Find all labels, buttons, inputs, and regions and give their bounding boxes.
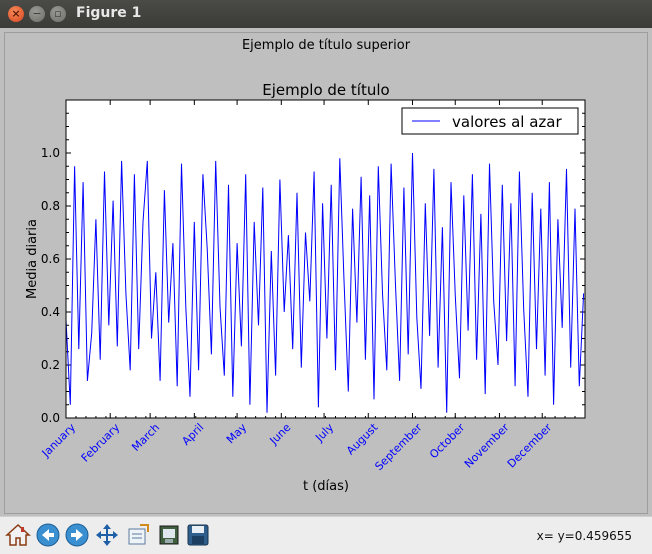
forward-button[interactable] [63, 521, 91, 549]
x-tick-label: August [344, 420, 381, 457]
y-tick-label: 0.8 [41, 199, 60, 213]
cursor-coordinates: x= y=0.459655 [536, 529, 632, 543]
y-tick-label: 0.2 [41, 358, 60, 372]
y-tick-label: 1.0 [41, 146, 60, 160]
home-button[interactable] [4, 521, 32, 549]
x-tick-label: September [372, 421, 425, 474]
minimize-window-button[interactable]: − [29, 6, 45, 22]
forward-icon [65, 523, 89, 547]
home-icon [5, 523, 31, 546]
x-tick-label: June [267, 421, 294, 448]
x-tick-label: May [224, 421, 250, 447]
x-tick-label: January [39, 421, 79, 461]
x-tick-label: December [505, 421, 555, 471]
x-axis-label: t (días) [303, 479, 349, 494]
x-tick-label: October [427, 421, 468, 462]
legend-label: valores al azar [452, 113, 562, 131]
figure-canvas[interactable]: Ejemplo de título superior Ejemplo de tí… [0, 28, 652, 515]
y-tick-labels: 0.0 0.2 0.4 0.6 0.8 1.0 [41, 146, 60, 425]
back-button[interactable] [34, 521, 62, 549]
line-chart: Ejemplo de título superior Ejemplo de tí… [25, 38, 586, 494]
y-tick-label: 0.4 [41, 305, 60, 319]
figure-suptitle: Ejemplo de título superior [242, 38, 411, 53]
pan-button[interactable] [93, 521, 121, 549]
close-window-button[interactable]: × [8, 6, 24, 22]
save-icon [187, 524, 209, 546]
pan-icon [96, 524, 118, 546]
x-tick-label: April [179, 421, 206, 448]
configure-button[interactable] [155, 521, 183, 549]
legend: valores al azar [401, 107, 579, 135]
maximize-window-button[interactable]: ▫ [50, 6, 66, 22]
y-tick-label: 0.6 [41, 252, 60, 266]
navigation-toolbar: x= y=0.459655 [0, 516, 652, 554]
subplots-button[interactable] [124, 521, 152, 549]
subplots-icon [128, 524, 149, 545]
x-tick-label: March [129, 421, 162, 454]
x-tick-labels: January February March April May June July Augu… [39, 420, 555, 473]
x-tick-label: February [79, 421, 123, 465]
configure-icon [159, 525, 179, 545]
y-axis-label: Media diaria [25, 219, 40, 299]
x-tick-label: November [462, 421, 512, 471]
save-button[interactable] [184, 521, 212, 549]
y-tick-label: 0.0 [41, 411, 60, 425]
plot-area [66, 100, 585, 418]
x-tick-label: July [312, 421, 336, 445]
chart-title: Ejemplo de título [262, 81, 389, 99]
back-icon [36, 523, 60, 547]
window-title: Figure 1 [76, 5, 142, 21]
window-titlebar: × − ▫ Figure 1 [0, 0, 652, 28]
